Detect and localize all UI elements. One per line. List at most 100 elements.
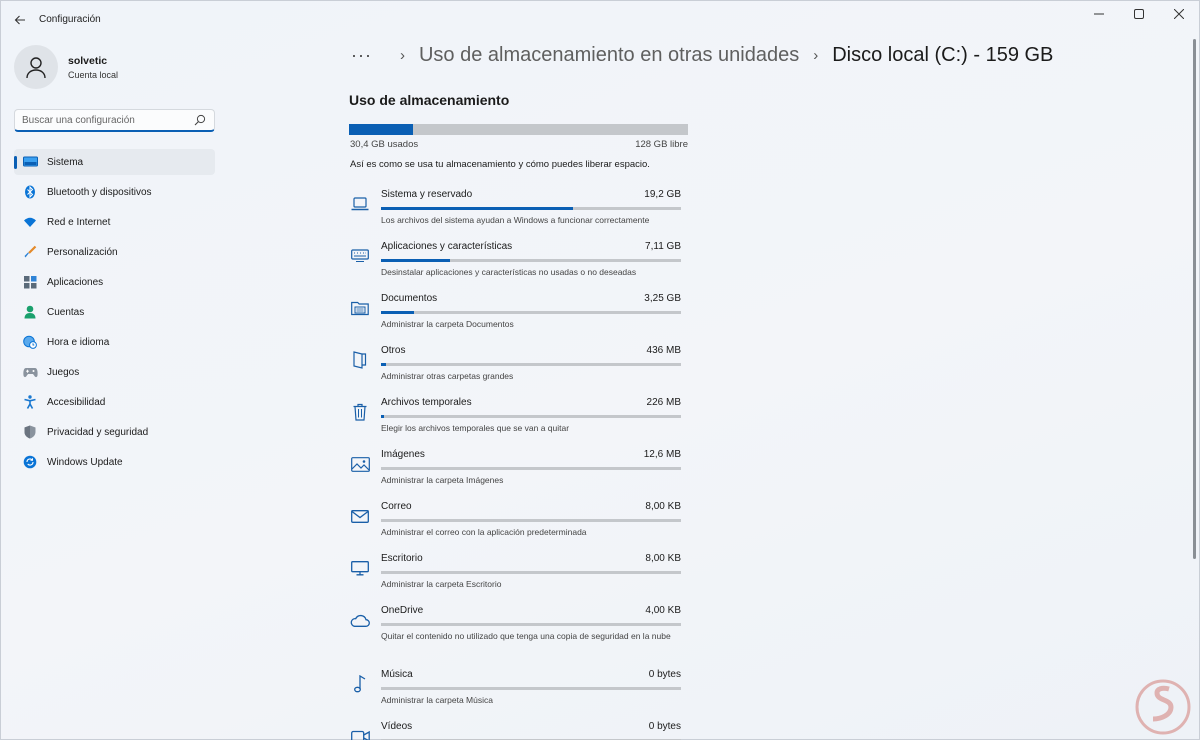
sidebar-item-accesibilidad[interactable]: Accesibilidad: [14, 389, 215, 415]
storage-category-name: OneDrive: [381, 605, 424, 616]
storage-category-description: Administrar la carpeta Documentos: [381, 319, 514, 329]
trash-icon: [349, 402, 371, 422]
sidebar-item-bluetooth[interactable]: Bluetooth y dispositivos: [14, 179, 215, 205]
storage-category-bar: [381, 687, 681, 690]
storage-category-description: Los archivos del sistema ayudan a Window…: [381, 215, 650, 225]
accessibility-icon: [22, 394, 38, 410]
storage-category-name: Correo: [381, 501, 412, 512]
window-controls: [1079, 1, 1199, 27]
scrollbar[interactable]: [1193, 39, 1196, 559]
storage-category-size: 0 bytes: [648, 721, 681, 732]
app-title: Configuración: [39, 14, 101, 25]
folder-icon: [349, 298, 371, 318]
sidebar-item-red[interactable]: Red e Internet: [14, 209, 215, 235]
storage-category-música[interactable]: Música 0 bytes Administrar la carpeta Músi…: [347, 668, 687, 720]
sidebar-item-sistema[interactable]: Sistema: [14, 149, 215, 175]
sidebar-item-label: Juegos: [47, 366, 80, 378]
storage-category-size: 226 MB: [646, 397, 681, 408]
person-icon: [22, 304, 38, 320]
storage-category-name: Aplicaciones y características: [381, 241, 513, 252]
storage-category-imágenes[interactable]: Imágenes 12,6 MB Administrar la carpeta Im…: [347, 448, 687, 500]
sidebar-item-privacidad[interactable]: Privacidad y seguridad: [14, 419, 215, 445]
cloud-icon: [349, 610, 371, 630]
sidebar-item-label: Bluetooth y dispositivos: [47, 186, 152, 198]
storage-category-name: Escritorio: [381, 553, 423, 564]
storage-category-description: Administrar otras carpetas grandes: [381, 371, 514, 381]
breadcrumb: ··· › Uso de almacenamiento en otras uni…: [351, 44, 1053, 67]
sidebar-item-label: Hora e idioma: [47, 336, 110, 348]
storage-category-description: Desinstalar aplicaciones y característic…: [381, 267, 637, 277]
storage-category-size: 19,2 GB: [644, 189, 681, 200]
storage-category-onedrive[interactable]: OneDrive 4,00 KB Quitar el contenido no ut…: [347, 604, 687, 668]
storage-category-correo[interactable]: Correo 8,00 KB Administrar el correo con l…: [347, 500, 687, 552]
title-bar: Configuración: [1, 1, 1199, 37]
sidebar-item-aplicaciones[interactable]: Aplicaciones: [14, 269, 215, 295]
globe-clock-icon: [22, 334, 38, 350]
maximize-button[interactable]: [1119, 1, 1159, 27]
sidebar-item-hora[interactable]: Hora e idioma: [14, 329, 215, 355]
storage-category-bar: [381, 467, 681, 470]
maximize-icon: [1134, 9, 1144, 19]
used-space-label: 30,4 GB usados: [350, 139, 419, 150]
sidebar-item-label: Accesibilidad: [47, 396, 106, 408]
sidebar-item-label: Sistema: [47, 156, 84, 168]
desktop-icon: [349, 558, 371, 578]
storage-category-size: 4,00 KB: [645, 605, 681, 616]
storage-category-bar-fill: [381, 363, 386, 366]
sidebar-item-label: Personalización: [47, 246, 118, 258]
total-storage-bar: [349, 124, 688, 135]
close-button[interactable]: [1159, 1, 1199, 27]
chevron-right-icon: ›: [399, 47, 405, 64]
storage-category-bar-fill: [381, 311, 414, 314]
apps-icon: [22, 274, 38, 290]
storage-category-size: 7,11 GB: [645, 241, 681, 252]
shield-icon: [22, 424, 38, 440]
folder-stack-icon: [349, 350, 371, 370]
close-icon: [1174, 9, 1184, 19]
sidebar-nav: Sistema Bluetooth y dispositivos Red e I…: [14, 149, 215, 479]
sidebar-item-cuentas[interactable]: Cuentas: [14, 299, 215, 325]
storage-category-name: Vídeos: [381, 721, 413, 732]
minimize-button[interactable]: [1079, 1, 1119, 27]
storage-category-aplicaciones-y-características[interactable]: Aplicaciones y características 7,11 GB Des…: [347, 240, 687, 292]
user-profile[interactable]: solvetic Cuenta local: [14, 45, 118, 89]
storage-category-vídeos[interactable]: Vídeos 0 bytes: [347, 720, 687, 740]
sidebar-item-label: Aplicaciones: [47, 276, 104, 288]
storage-category-sistema-y-reservado[interactable]: Sistema y reservado 19,2 GB Los archivos d…: [347, 188, 687, 240]
storage-category-description: Administrar la carpeta Escritorio: [381, 579, 502, 589]
storage-category-bar: [381, 363, 681, 366]
storage-category-size: 12,6 MB: [643, 449, 681, 460]
total-storage-bar-fill: [349, 124, 414, 135]
search-input[interactable]: [22, 114, 192, 126]
keyboard-icon: [349, 246, 371, 266]
search-box[interactable]: [14, 109, 215, 132]
storage-category-name: Otros: [381, 345, 406, 356]
sidebar-item-windows-update[interactable]: Windows Update: [14, 449, 215, 475]
sidebar-item-juegos[interactable]: Juegos: [14, 359, 215, 385]
storage-category-bar: [381, 311, 681, 314]
wifi-icon: [22, 214, 38, 230]
storage-category-archivos-temporales[interactable]: Archivos temporales 226 MB Elegir los arch…: [347, 396, 687, 448]
storage-category-escritorio[interactable]: Escritorio 8,00 KB Administrar la carpeta …: [347, 552, 687, 604]
storage-category-bar: [381, 207, 681, 210]
back-button[interactable]: [9, 9, 31, 31]
avatar: [14, 45, 58, 89]
settings-window: Configuración solvetic Cuenta local Busc…: [0, 0, 1200, 740]
storage-category-documentos[interactable]: Documentos 3,25 GB Administrar la carpeta …: [347, 292, 687, 344]
storage-category-bar-fill: [381, 207, 573, 210]
storage-category-bar: [381, 259, 681, 262]
sidebar-item-label: Cuentas: [47, 306, 85, 318]
storage-category-bar: [381, 519, 681, 522]
storage-category-size: 8,00 KB: [645, 553, 681, 564]
breadcrumb-parent-link[interactable]: Uso de almacenamiento en otras unidades: [419, 44, 799, 67]
sidebar-item-label: Windows Update: [47, 456, 123, 468]
video-icon: [349, 726, 371, 740]
storage-category-size: 436 MB: [646, 345, 681, 356]
laptop-icon: [349, 194, 371, 214]
minimize-icon: [1094, 13, 1104, 15]
storage-category-description: Administrar la carpeta Música: [381, 695, 493, 705]
sidebar-item-personalizacion[interactable]: Personalización: [14, 239, 215, 265]
breadcrumb-more-button[interactable]: ···: [351, 45, 372, 66]
storage-category-description: Administrar el correo con la aplicación …: [381, 527, 587, 537]
storage-category-otros[interactable]: Otros 436 MB Administrar otras carpetas gr…: [347, 344, 687, 396]
